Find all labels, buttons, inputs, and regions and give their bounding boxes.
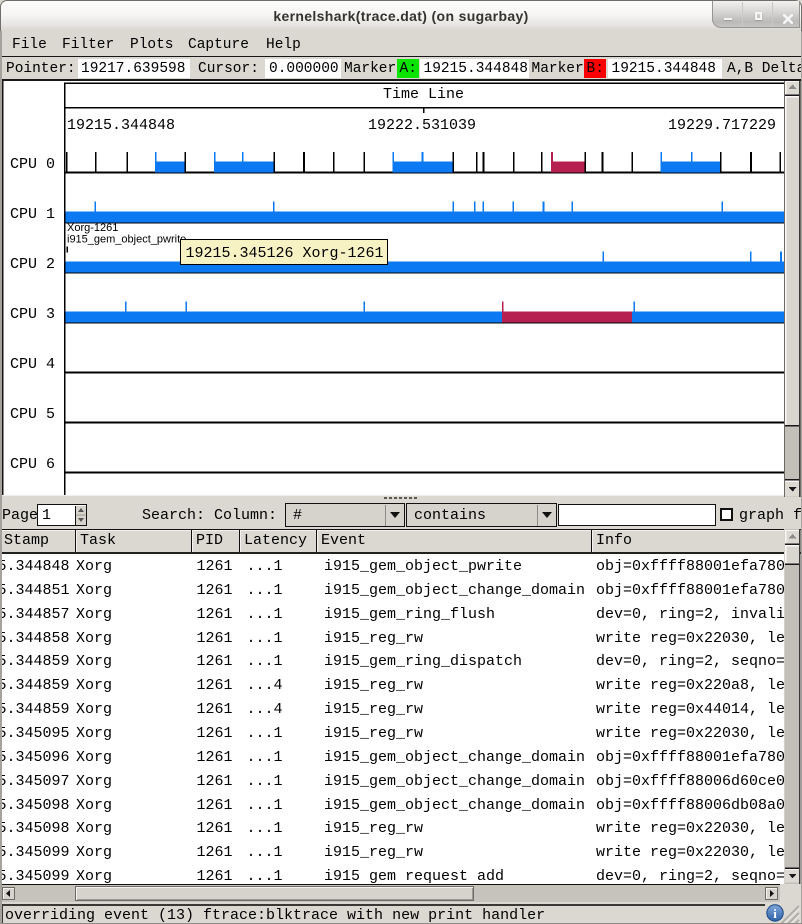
svg-text:CPU 4: CPU 4 (10, 356, 55, 373)
svg-text:CPU 2: CPU 2 (10, 256, 55, 273)
svg-text:CPU 6: CPU 6 (10, 456, 55, 473)
svg-text:19229.717229: 19229.717229 (668, 117, 776, 134)
svg-text:19222.531039: 19222.531039 (368, 117, 476, 134)
svg-text:19215.344848: 19215.344848 (67, 117, 175, 134)
svg-text:CPU 5: CPU 5 (10, 406, 55, 423)
svg-text:CPU 1: CPU 1 (10, 206, 55, 223)
svg-text:CPU 3: CPU 3 (10, 306, 55, 323)
svg-text:19215.345126 Xorg-1261: 19215.345126 Xorg-1261 (186, 245, 384, 262)
svg-text:i915_gem_object_pwrite: i915_gem_object_pwrite (67, 234, 186, 246)
svg-text:CPU 0: CPU 0 (10, 156, 55, 173)
svg-text:Xorg-1261: Xorg-1261 (67, 222, 118, 234)
svg-text:Time Line: Time Line (383, 86, 464, 103)
